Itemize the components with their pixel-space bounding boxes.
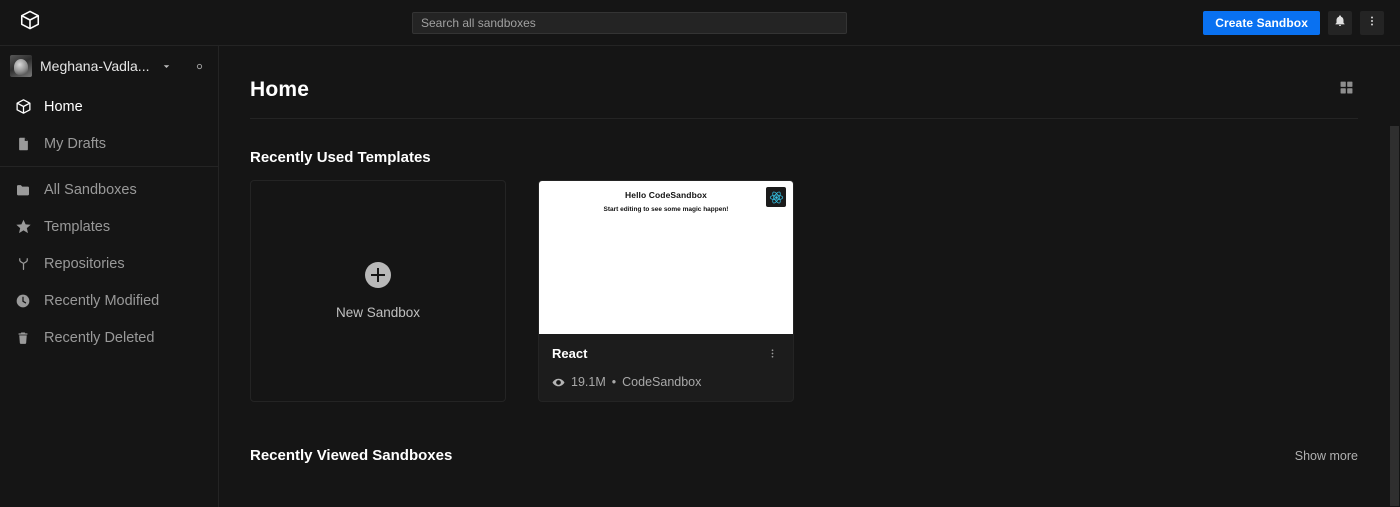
gear-icon[interactable] [194, 61, 205, 72]
eye-icon [552, 376, 565, 389]
star-icon [14, 218, 32, 235]
sidebar-nav: Home My Drafts All Sandboxes Templates R… [0, 86, 218, 356]
template-views: 19.1M [571, 375, 606, 389]
notifications-button[interactable] [1328, 10, 1352, 35]
search-container [412, 12, 847, 34]
clock-icon [14, 293, 32, 309]
template-card-menu-button[interactable] [765, 346, 780, 364]
meta-separator: • [611, 375, 617, 389]
templates-section-title: Recently Used Templates [250, 149, 431, 166]
more-vertical-icon [767, 346, 778, 364]
avatar [10, 55, 32, 77]
recent-section-title: Recently Viewed Sandboxes [250, 447, 453, 464]
template-card-footer: React 19.1M • CodeSandbox [539, 334, 793, 401]
sidebar-item-label: All Sandboxes [44, 181, 137, 198]
template-preview: Hello CodeSandbox Start editing to see s… [539, 181, 793, 334]
codesandbox-logo-button[interactable] [12, 9, 48, 36]
new-sandbox-card[interactable]: New Sandbox [250, 180, 506, 402]
vertical-scrollbar[interactable] [1389, 46, 1400, 507]
app-body: Meghana-Vadla... Home My Drafts All Sand… [0, 46, 1400, 507]
template-title: React [552, 346, 588, 361]
create-sandbox-button[interactable]: Create Sandbox [1203, 10, 1320, 35]
sidebar-item-label: Recently Deleted [44, 329, 155, 346]
new-sandbox-label: New Sandbox [335, 305, 421, 320]
show-more-link[interactable]: Show more [1295, 449, 1358, 463]
plus-circle-icon [365, 262, 391, 288]
sidebar-item-my-drafts[interactable]: My Drafts [0, 125, 218, 162]
page-header: Home [250, 46, 1358, 119]
cube-icon [14, 98, 32, 115]
scrollbar-thumb[interactable] [1390, 126, 1399, 506]
sidebar-divider [0, 166, 218, 167]
folder-icon [14, 182, 32, 198]
template-author: CodeSandbox [622, 375, 702, 389]
header-overflow-menu-button[interactable] [1360, 10, 1384, 35]
trash-icon [14, 330, 32, 346]
sidebar-item-label: Recently Modified [44, 292, 160, 309]
sidebar-item-repositories[interactable]: Repositories [0, 245, 218, 282]
app-header: Create Sandbox [0, 0, 1400, 46]
branch-icon [14, 256, 32, 272]
sidebar-item-templates[interactable]: Templates [0, 208, 218, 245]
templates-card-row: New Sandbox Hello CodeSandbox Start edit… [250, 180, 1370, 402]
bell-icon [1334, 15, 1346, 30]
grid-view-icon [1339, 80, 1354, 100]
user-name: Meghana-Vadla... [40, 58, 150, 74]
sidebar-item-recently-modified[interactable]: Recently Modified [0, 282, 218, 319]
template-card-react[interactable]: Hello CodeSandbox Start editing to see s… [538, 180, 794, 402]
sidebar-item-recently-deleted[interactable]: Recently Deleted [0, 319, 218, 356]
codesandbox-cube-icon [19, 9, 41, 36]
sidebar-item-all-sandboxes[interactable]: All Sandboxes [0, 171, 218, 208]
react-logo-icon [766, 187, 786, 207]
sidebar-item-label: My Drafts [44, 135, 107, 152]
sidebar-item-home[interactable]: Home [0, 88, 218, 125]
search-input[interactable] [412, 12, 847, 34]
header-actions: Create Sandbox [1203, 10, 1388, 35]
sidebar-item-label: Repositories [44, 255, 125, 272]
preview-heading: Hello CodeSandbox [625, 190, 707, 200]
codesandbox-dashboard: Create Sandbox [0, 0, 1400, 507]
sidebar-item-label: Home [44, 98, 83, 115]
sidebar-item-label: Templates [44, 218, 111, 235]
grid-view-toggle-button[interactable] [1335, 76, 1358, 104]
more-vertical-icon [1366, 15, 1378, 30]
user-account-selector[interactable]: Meghana-Vadla... [0, 46, 218, 86]
sidebar: Meghana-Vadla... Home My Drafts All Sand… [0, 46, 219, 507]
preview-subheading: Start editing to see some magic happen! [603, 206, 729, 213]
page-title: Home [250, 78, 310, 101]
chevron-down-icon[interactable] [161, 61, 172, 72]
template-meta: 19.1M • CodeSandbox [552, 375, 780, 389]
main-content: Home Recently Used Templates New Sandbox… [219, 46, 1400, 507]
recent-section-header: Recently Viewed Sandboxes Show more [250, 447, 1358, 464]
document-icon [14, 136, 32, 152]
